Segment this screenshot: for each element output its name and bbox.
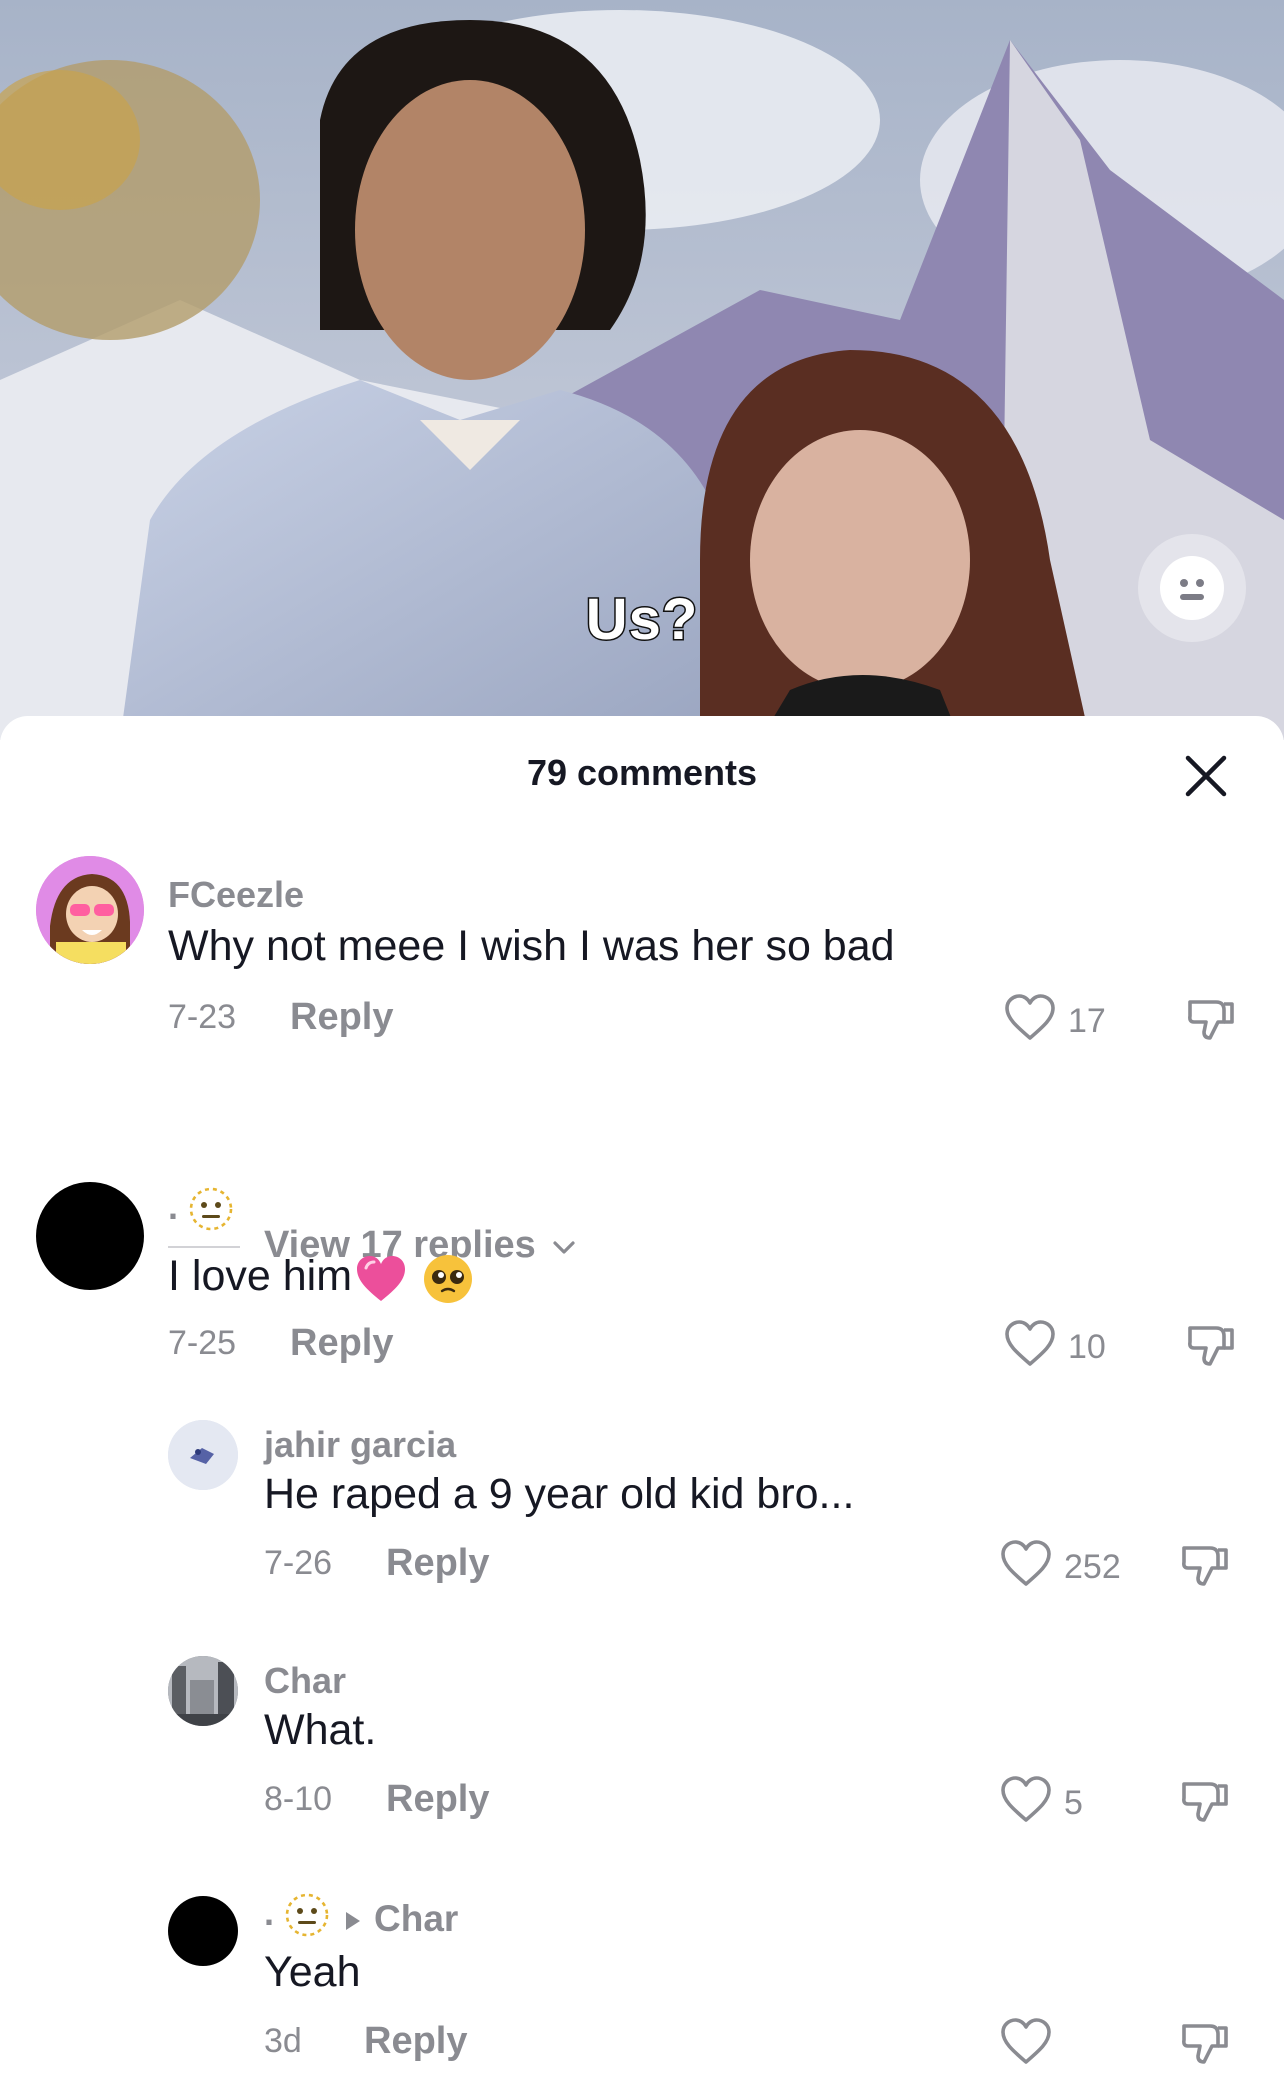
- comment-date: 7-25: [168, 1324, 237, 1362]
- heart-icon: [1001, 1540, 1051, 1586]
- pleading-face-emoji: [424, 1254, 473, 1303]
- reply-button[interactable]: Reply: [290, 1322, 393, 1365]
- dislike-icon[interactable]: [1186, 1320, 1236, 1370]
- dislike-icon[interactable]: [1180, 1776, 1230, 1826]
- comment-text: What.: [264, 1706, 377, 1754]
- like-count: 5: [1064, 1784, 1083, 1822]
- heart-icon: [1001, 2018, 1051, 2064]
- comment-username[interactable]: Char: [264, 1660, 346, 1702]
- play-arrow-icon: [346, 1912, 360, 1931]
- pink-heart-emoji: [357, 1255, 406, 1301]
- comment-username[interactable]: .: [168, 1186, 234, 1232]
- comment-date: 7-23: [168, 998, 237, 1036]
- close-icon[interactable]: [1180, 750, 1232, 802]
- video-player[interactable]: Us?: [0, 0, 1284, 740]
- emoji-face-icon[interactable]: [1138, 534, 1246, 642]
- like-button[interactable]: 252: [1000, 1540, 1150, 1590]
- reply-button[interactable]: Reply: [386, 1542, 489, 1585]
- reply-item: jahir garcia He raped a 9 year old kid b…: [0, 1420, 1284, 1650]
- comment-text: I love him: [168, 1252, 474, 1305]
- reply-button[interactable]: Reply: [386, 1778, 489, 1821]
- avatar[interactable]: [36, 1182, 144, 1290]
- comment-date: 7-26: [264, 1544, 333, 1582]
- comment-username[interactable]: .: [264, 1892, 330, 1938]
- heart-icon: [1005, 1320, 1055, 1366]
- comment-date: 3d: [264, 2022, 302, 2060]
- avatar[interactable]: [168, 1896, 238, 1966]
- avatar[interactable]: [168, 1420, 238, 1490]
- like-count: 252: [1064, 1548, 1121, 1586]
- comment-username[interactable]: FCeezle: [168, 874, 304, 916]
- like-button[interactable]: [1000, 2018, 1060, 2068]
- comment-text: He raped a 9 year old kid bro...: [264, 1470, 855, 1518]
- dislike-icon[interactable]: [1180, 1540, 1230, 1590]
- avatar[interactable]: [36, 856, 144, 964]
- like-button[interactable]: 17: [1004, 994, 1154, 1044]
- like-button[interactable]: 5: [1000, 1776, 1150, 1826]
- reply-button[interactable]: Reply: [364, 2020, 467, 2063]
- dislike-icon[interactable]: [1180, 2018, 1230, 2068]
- like-button[interactable]: 10: [1004, 1320, 1154, 1370]
- comment-date: 8-10: [264, 1780, 333, 1818]
- comment-text: Why not meee I wish I was her so bad: [168, 922, 895, 970]
- avatar[interactable]: [168, 1656, 238, 1726]
- reply-item: Char What. 8-10 Reply 5: [0, 1656, 1284, 1886]
- comment-username[interactable]: jahir garcia: [264, 1424, 456, 1466]
- heart-icon: [1001, 1776, 1051, 1822]
- video-caption: Us?: [584, 586, 699, 654]
- comment-text: Yeah: [264, 1948, 361, 1996]
- reply-item: . Char Yeah 3d Reply: [0, 1892, 1284, 2098]
- reply-button[interactable]: Reply: [290, 996, 393, 1039]
- comments-sheet: 79 comments FCeezle Why not meee I wish …: [0, 716, 1284, 2098]
- comment-item: FCeezle Why not meee I wish I was her so…: [0, 856, 1284, 1266]
- dislike-icon[interactable]: [1186, 994, 1236, 1044]
- comments-count-title: 79 comments: [526, 752, 758, 793]
- heart-icon: [1005, 994, 1055, 1040]
- reply-to-indicator[interactable]: Char: [342, 1898, 458, 1940]
- comment-item: . I love him 7-25 Reply 10: [0, 1182, 1284, 1412]
- like-count: 10: [1068, 1328, 1106, 1366]
- dotted-face-emoji: [189, 1188, 233, 1231]
- reply-to-username: Char: [374, 1898, 459, 1939]
- dotted-face-emoji: [285, 1894, 329, 1937]
- like-count: 17: [1068, 1002, 1106, 1040]
